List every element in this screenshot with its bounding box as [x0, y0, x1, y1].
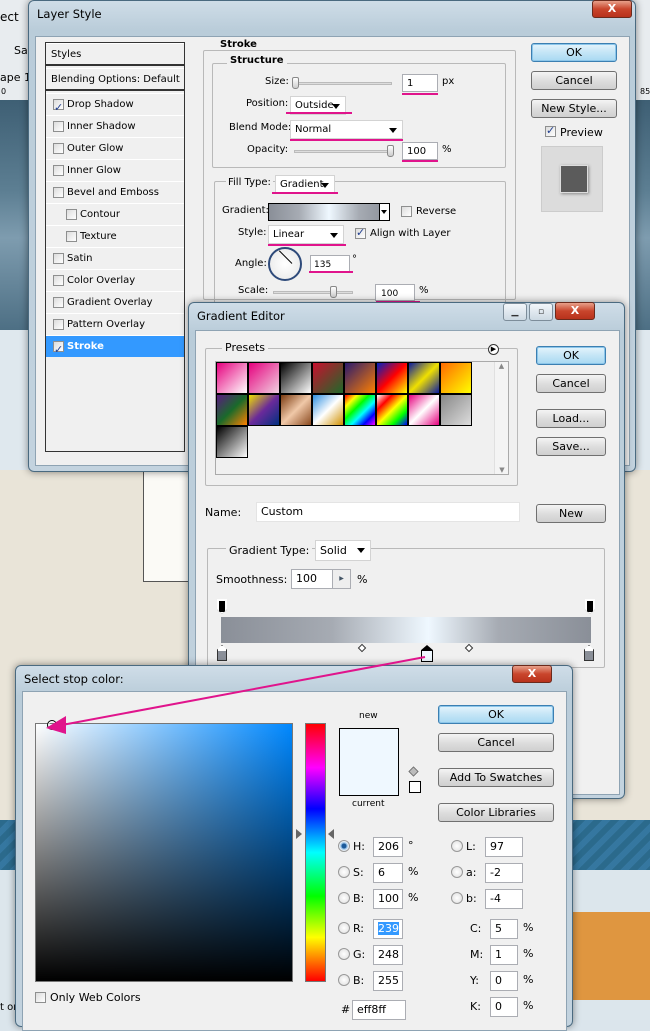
- arrow-line: [61, 656, 426, 726]
- annotation-arrow: [46, 656, 426, 734]
- arrow-head: [46, 716, 66, 734]
